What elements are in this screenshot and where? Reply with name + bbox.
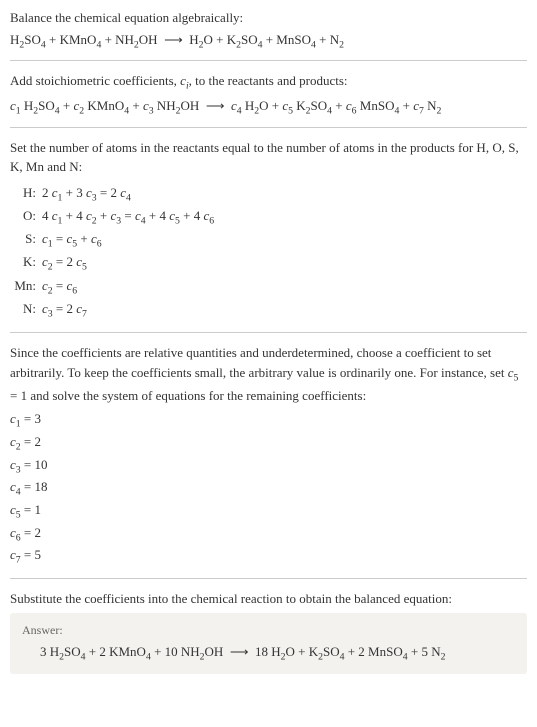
divider [10,60,527,61]
atoms-eq: 4 c1 + 4 c2 + c3 = c4 + 4 c5 + 4 c6 [42,206,527,229]
atoms-row: S: c1 = c5 + c6 [10,229,527,252]
solve-text: Since the coefficients are relative quan… [10,343,527,405]
atoms-label: N: [10,299,42,322]
intro-section: Balance the chemical equation algebraica… [10,8,527,50]
substitute-section: Substitute the coefficients into the che… [10,589,527,609]
coeff-row: c5 = 1 [10,500,527,523]
substitute-text: Substitute the coefficients into the che… [10,589,527,609]
answer-equation: 3 H2SO4 + 2 KMnO4 + 10 NH2OH ⟶ 18 H2O + … [22,644,515,663]
atoms-label: K: [10,252,42,275]
atoms-eq: 2 c1 + 3 c3 = 2 c4 [42,183,527,206]
atoms-table: H: 2 c1 + 3 c3 = 2 c4 O: 4 c1 + 4 c2 + c… [10,183,527,322]
add-coeff-text: Add stoichiometric coefficients, ci, to … [10,71,527,94]
atoms-eq: c2 = c6 [42,276,527,299]
atoms-eq: c2 = 2 c5 [42,252,527,275]
atoms-section: Set the number of atoms in the reactants… [10,138,527,322]
answer-label: Answer: [22,623,515,638]
atoms-label: S: [10,229,42,252]
atoms-row: H: 2 c1 + 3 c3 = 2 c4 [10,183,527,206]
atoms-label: O: [10,206,42,229]
atoms-row: Mn: c2 = c6 [10,276,527,299]
intro-equation: H2SO4 + KMnO4 + NH2OH ⟶ H2O + K2SO4 + Mn… [10,32,527,51]
atoms-eq: c1 = c5 + c6 [42,229,527,252]
coeff-row: c1 = 3 [10,409,527,432]
coeff-list: c1 = 3 c2 = 2 c3 = 10 c4 = 18 c5 = 1 c6 … [10,409,527,568]
coeff-row: c4 = 18 [10,477,527,500]
atoms-text: Set the number of atoms in the reactants… [10,138,527,177]
add-coeff-section: Add stoichiometric coefficients, ci, to … [10,71,527,117]
coeff-row: c7 = 5 [10,545,527,568]
divider [10,578,527,579]
atoms-row: O: 4 c1 + 4 c2 + c3 = c4 + 4 c5 + 4 c6 [10,206,527,229]
atoms-label: Mn: [10,276,42,299]
answer-box: Answer: 3 H2SO4 + 2 KMnO4 + 10 NH2OH ⟶ 1… [10,613,527,675]
coeff-row: c6 = 2 [10,523,527,546]
atoms-eq: c3 = 2 c7 [42,299,527,322]
coeff-row: c3 = 10 [10,455,527,478]
divider [10,332,527,333]
solve-section: Since the coefficients are relative quan… [10,343,527,568]
intro-text: Balance the chemical equation algebraica… [10,8,527,28]
divider [10,127,527,128]
atoms-row: K: c2 = 2 c5 [10,252,527,275]
atoms-row: N: c3 = 2 c7 [10,299,527,322]
atoms-label: H: [10,183,42,206]
add-coeff-equation: c1 H2SO4 + c2 KMnO4 + c3 NH2OH ⟶ c4 H2O … [10,98,527,117]
coeff-row: c2 = 2 [10,432,527,455]
